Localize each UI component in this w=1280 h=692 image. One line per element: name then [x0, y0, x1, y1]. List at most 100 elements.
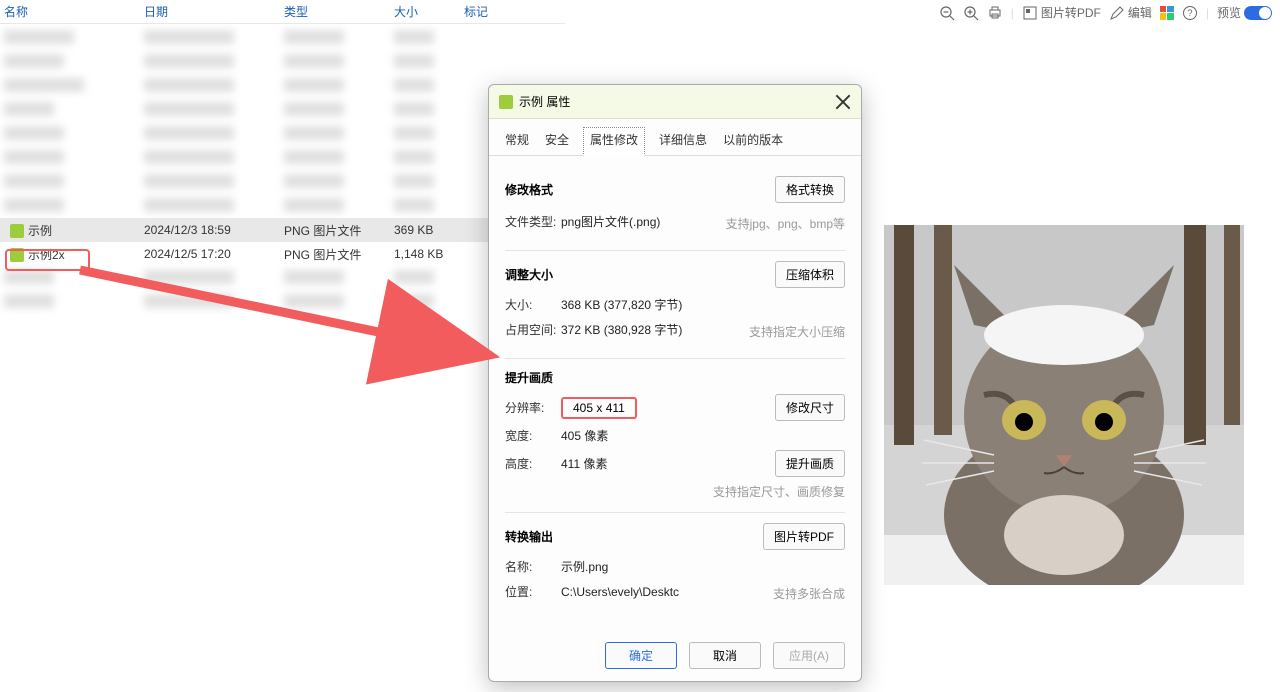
dialog-app-icon: [499, 95, 513, 109]
output-loc-value: C:\Users\evely\Desktc: [561, 585, 679, 599]
file-row-blurred[interactable]: [0, 194, 565, 218]
zoom-in-button[interactable]: [963, 5, 979, 21]
file-row-blurred[interactable]: [0, 170, 565, 194]
zoom-out-button[interactable]: [939, 5, 955, 21]
file-row-blurred[interactable]: [0, 146, 565, 170]
file-row-example2x[interactable]: 示例2x 2024/12/5 17:20 PNG 图片文件 1,148 KB: [0, 242, 565, 266]
dialog-tabs: 常规 安全 属性修改 详细信息 以前的版本: [489, 119, 861, 156]
output-loc-label: 位置:: [505, 583, 561, 600]
format-convert-button[interactable]: 格式转换: [775, 176, 845, 203]
format-hint: 支持jpg、png、bmp等: [660, 215, 845, 232]
file-name: 示例2x: [28, 248, 65, 262]
edit-label: 编辑: [1128, 4, 1152, 21]
output-name-value: 示例.png: [561, 558, 608, 575]
image-file-icon: [10, 224, 24, 238]
close-icon: [835, 94, 851, 110]
svg-text:?: ?: [1187, 8, 1192, 18]
width-value: 405 像素: [561, 427, 608, 444]
file-row-blurred[interactable]: [0, 74, 565, 98]
close-button[interactable]: [835, 94, 851, 110]
output-pdf-button[interactable]: 图片转PDF: [763, 523, 845, 550]
tab-details[interactable]: 详细信息: [657, 127, 709, 155]
dialog-titlebar[interactable]: 示例 属性: [489, 85, 861, 119]
file-list-pane: 名称 日期 类型 大小 标记: [0, 0, 565, 692]
file-size: 369 KB: [390, 223, 460, 237]
file-type: PNG 图片文件: [280, 222, 390, 239]
section-quality: 提升画质 分辨率: 405 x 411 修改尺寸 宽度: 405 像素 高度: …: [505, 359, 845, 513]
file-row-blurred[interactable]: [0, 266, 565, 290]
enhance-quality-button[interactable]: 提升画质: [775, 450, 845, 477]
help-button[interactable]: ?: [1182, 5, 1198, 21]
file-row-example[interactable]: 示例 2024/12/3 18:59 PNG 图片文件 369 KB: [0, 218, 565, 242]
file-date: 2024/12/3 18:59: [140, 223, 280, 237]
file-type: PNG 图片文件: [280, 246, 390, 263]
file-row-blurred[interactable]: [0, 50, 565, 74]
apps-icon: [1160, 6, 1174, 20]
tab-security[interactable]: 安全: [543, 127, 571, 155]
file-date: 2024/12/5 17:20: [140, 247, 280, 261]
preview-label: 预览: [1217, 4, 1241, 21]
resolution-value-highlight: 405 x 411: [561, 397, 637, 419]
ok-button[interactable]: 确定: [605, 642, 677, 669]
file-row-blurred[interactable]: [0, 122, 565, 146]
preview-toggle[interactable]: 预览: [1217, 4, 1272, 21]
image-preview: [884, 225, 1244, 585]
apps-button[interactable]: [1160, 6, 1174, 20]
file-size: 1,148 KB: [390, 247, 460, 261]
height-label: 高度:: [505, 455, 561, 472]
zoom-in-icon: [963, 5, 979, 21]
edit-icon: [1109, 5, 1125, 21]
tab-previous-versions[interactable]: 以前的版本: [721, 127, 785, 155]
file-row-blurred[interactable]: [0, 98, 565, 122]
toggle-icon: [1244, 6, 1272, 20]
file-name: 示例: [28, 224, 52, 238]
modify-size-button[interactable]: 修改尺寸: [775, 394, 845, 421]
col-header-type[interactable]: 类型: [280, 3, 390, 20]
properties-dialog: 示例 属性 常规 安全 属性修改 详细信息 以前的版本 修改格式 格式转换 文件…: [488, 84, 862, 682]
file-list-header: 名称 日期 类型 大小 标记: [0, 0, 565, 24]
pdf-icon: [1022, 5, 1038, 21]
size-label: 大小:: [505, 296, 561, 313]
disk-label: 占用空间:: [505, 321, 561, 338]
resolution-value: 405 x 411: [573, 401, 625, 415]
section-resize-title: 调整大小: [505, 266, 553, 283]
tab-attribute-modify[interactable]: 属性修改: [583, 127, 645, 156]
col-header-date[interactable]: 日期: [140, 3, 280, 20]
file-row-blurred[interactable]: [0, 290, 565, 314]
col-header-tag[interactable]: 标记: [460, 3, 520, 20]
help-icon: ?: [1182, 5, 1198, 21]
filetype-label: 文件类型:: [505, 213, 561, 230]
resize-hint: 支持指定大小压缩: [682, 323, 845, 340]
compress-button[interactable]: 压缩体积: [775, 261, 845, 288]
width-label: 宽度:: [505, 427, 561, 444]
col-header-size[interactable]: 大小: [390, 3, 460, 20]
col-header-name[interactable]: 名称: [0, 3, 140, 20]
height-value: 411 像素: [561, 455, 607, 472]
section-format-title: 修改格式: [505, 181, 553, 198]
section-output: 转换输出 图片转PDF 名称: 示例.png 位置: C:\Users\evel…: [505, 513, 845, 620]
image-file-icon: [10, 248, 24, 262]
tab-general[interactable]: 常规: [503, 127, 531, 155]
dialog-footer: 确定 取消 应用(A): [489, 630, 861, 681]
section-quality-title: 提升画质: [505, 369, 553, 386]
output-name-label: 名称:: [505, 558, 561, 575]
preview-toolbar: | 图片转PDF 编辑 ? | 预览: [939, 4, 1272, 21]
apply-button[interactable]: 应用(A): [773, 642, 845, 669]
edit-button[interactable]: 编辑: [1109, 4, 1152, 21]
file-row-blurred[interactable]: [0, 26, 565, 50]
dialog-title-text: 示例 属性: [519, 93, 835, 110]
section-output-title: 转换输出: [505, 528, 553, 545]
print-icon: [987, 5, 1003, 21]
disk-value: 372 KB (380,928 字节): [561, 321, 682, 338]
section-resize: 调整大小 压缩体积 大小: 368 KB (377,820 字节) 占用空间: …: [505, 251, 845, 359]
output-hint: 支持多张合成: [679, 585, 845, 602]
print-button[interactable]: [987, 5, 1003, 21]
filetype-value: png图片文件(.png): [561, 213, 660, 230]
image-to-pdf-button[interactable]: 图片转PDF: [1022, 4, 1101, 21]
cancel-button[interactable]: 取消: [689, 642, 761, 669]
quality-hint: 支持指定尺寸、画质修复: [505, 483, 845, 500]
section-format: 修改格式 格式转换 文件类型: png图片文件(.png) 支持jpg、png、…: [505, 166, 845, 251]
resolution-label: 分辨率:: [505, 399, 561, 416]
zoom-out-icon: [939, 5, 955, 21]
size-value: 368 KB (377,820 字节): [561, 296, 682, 313]
